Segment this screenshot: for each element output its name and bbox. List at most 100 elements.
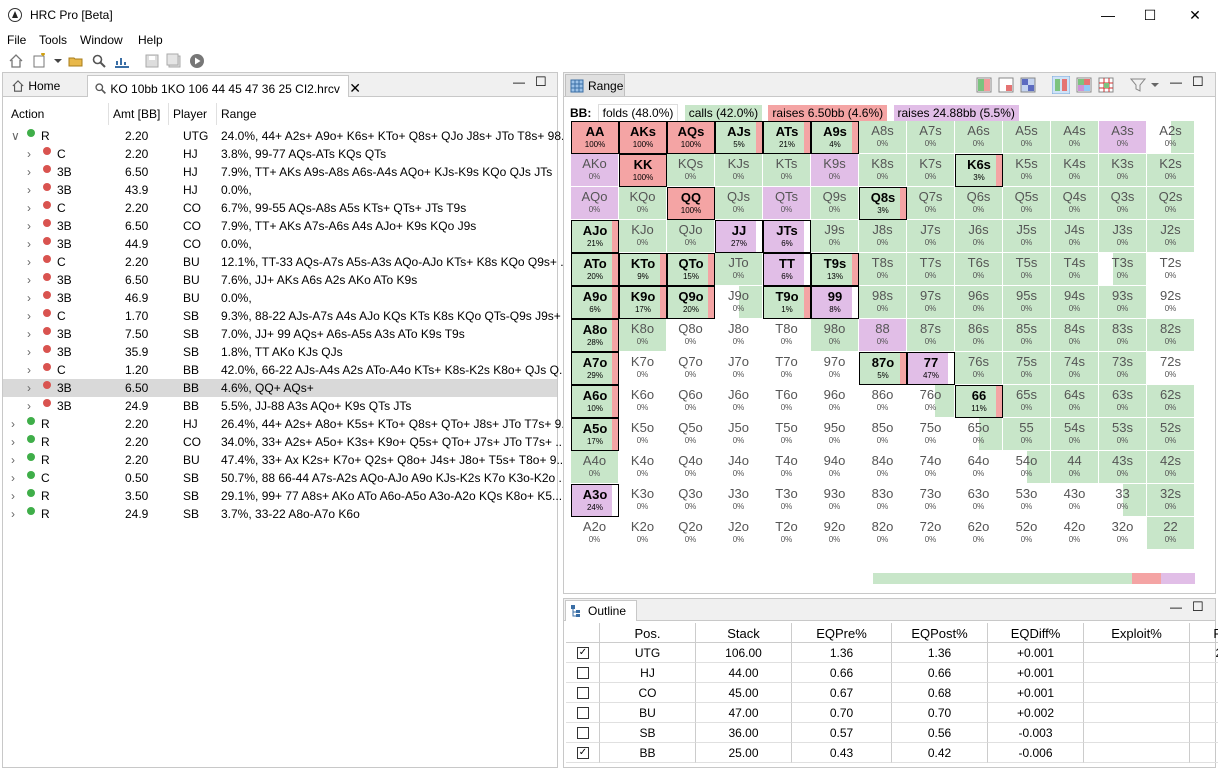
hand-cell[interactable]: 76s 0% [955,352,1003,385]
hand-cell[interactable]: Q2s 0% [1147,187,1195,220]
hand-cell[interactable]: K7o 0% [619,352,667,385]
view-mode-4-icon[interactable] [1052,76,1070,94]
tab-home[interactable]: Home [5,75,87,97]
hand-cell[interactable]: T6s 0% [955,253,1003,286]
outline-col-header[interactable]: EQPost% [892,623,988,643]
row-checkbox[interactable]: ✓ [577,647,589,659]
hand-cell[interactable]: Q3o 0% [667,484,715,517]
hand-cell[interactable]: 32s 0% [1147,484,1195,517]
tree-row[interactable]: › C 1.70 SB 9.3%, 88-22 AJs-A7s A4s AJo KQs … [3,307,581,325]
hand-cell[interactable]: K3s 0% [1099,154,1147,187]
hand-cell[interactable]: K8o 0% [619,319,667,352]
hand-cell[interactable]: 85o 0% [859,418,907,451]
hand-cell[interactable]: 53s 0% [1099,418,1147,451]
open-icon[interactable] [68,53,84,69]
hand-cell[interactable]: 82s 0% [1147,319,1195,352]
hand-cell[interactable]: 54o 0% [1003,451,1051,484]
row-checkbox[interactable] [577,687,589,699]
hand-cell[interactable]: 77 47% [907,352,955,385]
tree-row[interactable]: › R 3.50 SB 29.1%, 99+ 77 A8s+ AKo ATo A6o-A… [3,487,562,505]
tree-row[interactable]: › 3B 35.9 SB 1.8%, TT AKo KJs QJs [3,343,557,361]
hand-cell[interactable]: 63o 0% [955,484,1003,517]
hand-cell[interactable]: 62o 0% [955,517,1003,550]
hand-cell[interactable]: AKo 0% [571,154,619,187]
hand-cell[interactable]: A7s 0% [907,121,955,154]
hand-cell[interactable]: T9o 1% [763,286,811,319]
hand-cell[interactable]: J8o 0% [715,319,763,352]
menu-window[interactable]: Window [80,33,123,47]
expand-icon[interactable]: › [27,327,31,341]
hand-cell[interactable]: 82o 0% [859,517,907,550]
hand-cell[interactable]: Q6s 0% [955,187,1003,220]
hand-cell[interactable]: 52s 0% [1147,418,1195,451]
hand-cell[interactable]: ATo 20% [571,253,619,286]
minimize-icon[interactable]: — [1170,600,1182,614]
hand-cell[interactable]: 76o 0% [907,385,955,418]
tree-row[interactable]: › 3B 46.9 BU 0.0%, [3,289,557,307]
expand-icon[interactable]: › [11,453,15,467]
tree-row[interactable]: › 3B 43.9 HJ 0.0%, [3,181,557,199]
hand-cell[interactable]: Q8s 3% [859,187,907,220]
hand-cell[interactable]: T4s 0% [1051,253,1099,286]
minimize-icon[interactable]: — [1098,5,1118,25]
tree-row[interactable]: › C 2.20 BU 12.1%, TT-33 AQs-A7s A5s-A3s AQo… [3,253,570,271]
hand-cell[interactable]: 98s 0% [859,286,907,319]
hand-cell[interactable]: KJs 0% [715,154,763,187]
expand-icon[interactable]: › [27,399,31,413]
hand-cell[interactable]: 95o 0% [811,418,859,451]
hand-cell[interactable]: J6o 0% [715,385,763,418]
hand-cell[interactable]: 66 11% [955,385,1003,418]
hand-cell[interactable]: J5s 0% [1003,220,1051,253]
hand-cell[interactable]: Q8o 0% [667,319,715,352]
hand-cell[interactable]: T7o 0% [763,352,811,385]
outline-col-header[interactable] [566,623,600,643]
hand-cell[interactable]: Q9o 20% [667,286,715,319]
outline-col-header[interactable]: EQDiff% [988,623,1084,643]
col-header-action[interactable]: Action [7,103,109,125]
chart-icon[interactable] [114,53,130,69]
expand-icon[interactable]: › [27,183,31,197]
hand-cell[interactable]: JTs 6% [763,220,811,253]
hand-cell[interactable]: 98o 0% [811,319,859,352]
hand-cell[interactable]: 87o 5% [859,352,907,385]
hand-cell[interactable]: J5o 0% [715,418,763,451]
hand-cell[interactable]: A9o 6% [571,286,619,319]
hand-cell[interactable]: K3o 0% [619,484,667,517]
hand-cell[interactable]: 94s 0% [1051,286,1099,319]
hand-cell[interactable]: A4s 0% [1051,121,1099,154]
hand-cell[interactable]: 95s 0% [1003,286,1051,319]
col-header-range[interactable]: Range [217,103,553,125]
hand-cell[interactable]: 83s 0% [1099,319,1147,352]
hand-cell[interactable]: QTs 0% [763,187,811,220]
hand-cell[interactable]: KK 100% [619,154,667,187]
hand-cell[interactable]: J3s 0% [1099,220,1147,253]
search-icon[interactable] [91,53,107,69]
hand-cell[interactable]: A3s 0% [1099,121,1147,154]
hand-cell[interactable]: AQo 0% [571,187,619,220]
view-mode-3-icon[interactable] [1020,77,1036,93]
hand-cell[interactable]: K6s 3% [955,154,1003,187]
hand-cell[interactable]: 87s 0% [907,319,955,352]
hand-cell[interactable]: Q2o 0% [667,517,715,550]
close-icon[interactable]: ✕ [349,80,361,96]
view-mode-2-icon[interactable] [998,77,1014,93]
hand-cell[interactable]: 32o 0% [1099,517,1147,550]
hand-cell[interactable]: AQs 100% [667,121,715,154]
hand-cell[interactable]: T2s 0% [1147,253,1195,286]
hand-cell[interactable]: 33 0% [1099,484,1147,517]
minimize-icon[interactable]: — [513,75,525,89]
expand-icon[interactable]: › [27,291,31,305]
tab-outline[interactable]: Outline [565,600,637,621]
expand-icon[interactable]: › [27,147,31,161]
hand-cell[interactable]: 65o 0% [955,418,1003,451]
hand-cell[interactable]: A3o 24% [571,484,619,517]
hand-cell[interactable]: K9o 17% [619,286,667,319]
hand-cell[interactable]: QJo 0% [667,220,715,253]
hand-cell[interactable]: Q7o 0% [667,352,715,385]
hand-cell[interactable]: 96o 0% [811,385,859,418]
hand-cell[interactable]: 53o 0% [1003,484,1051,517]
outline-col-header[interactable]: Range [1190,623,1218,643]
maximize-icon[interactable]: ☐ [1140,5,1160,25]
tree-row[interactable]: › 3B 24.9 BB 5.5%, JJ-88 A3s AQo+ K9s QTs JT… [3,397,557,415]
expand-icon[interactable]: › [27,237,31,251]
